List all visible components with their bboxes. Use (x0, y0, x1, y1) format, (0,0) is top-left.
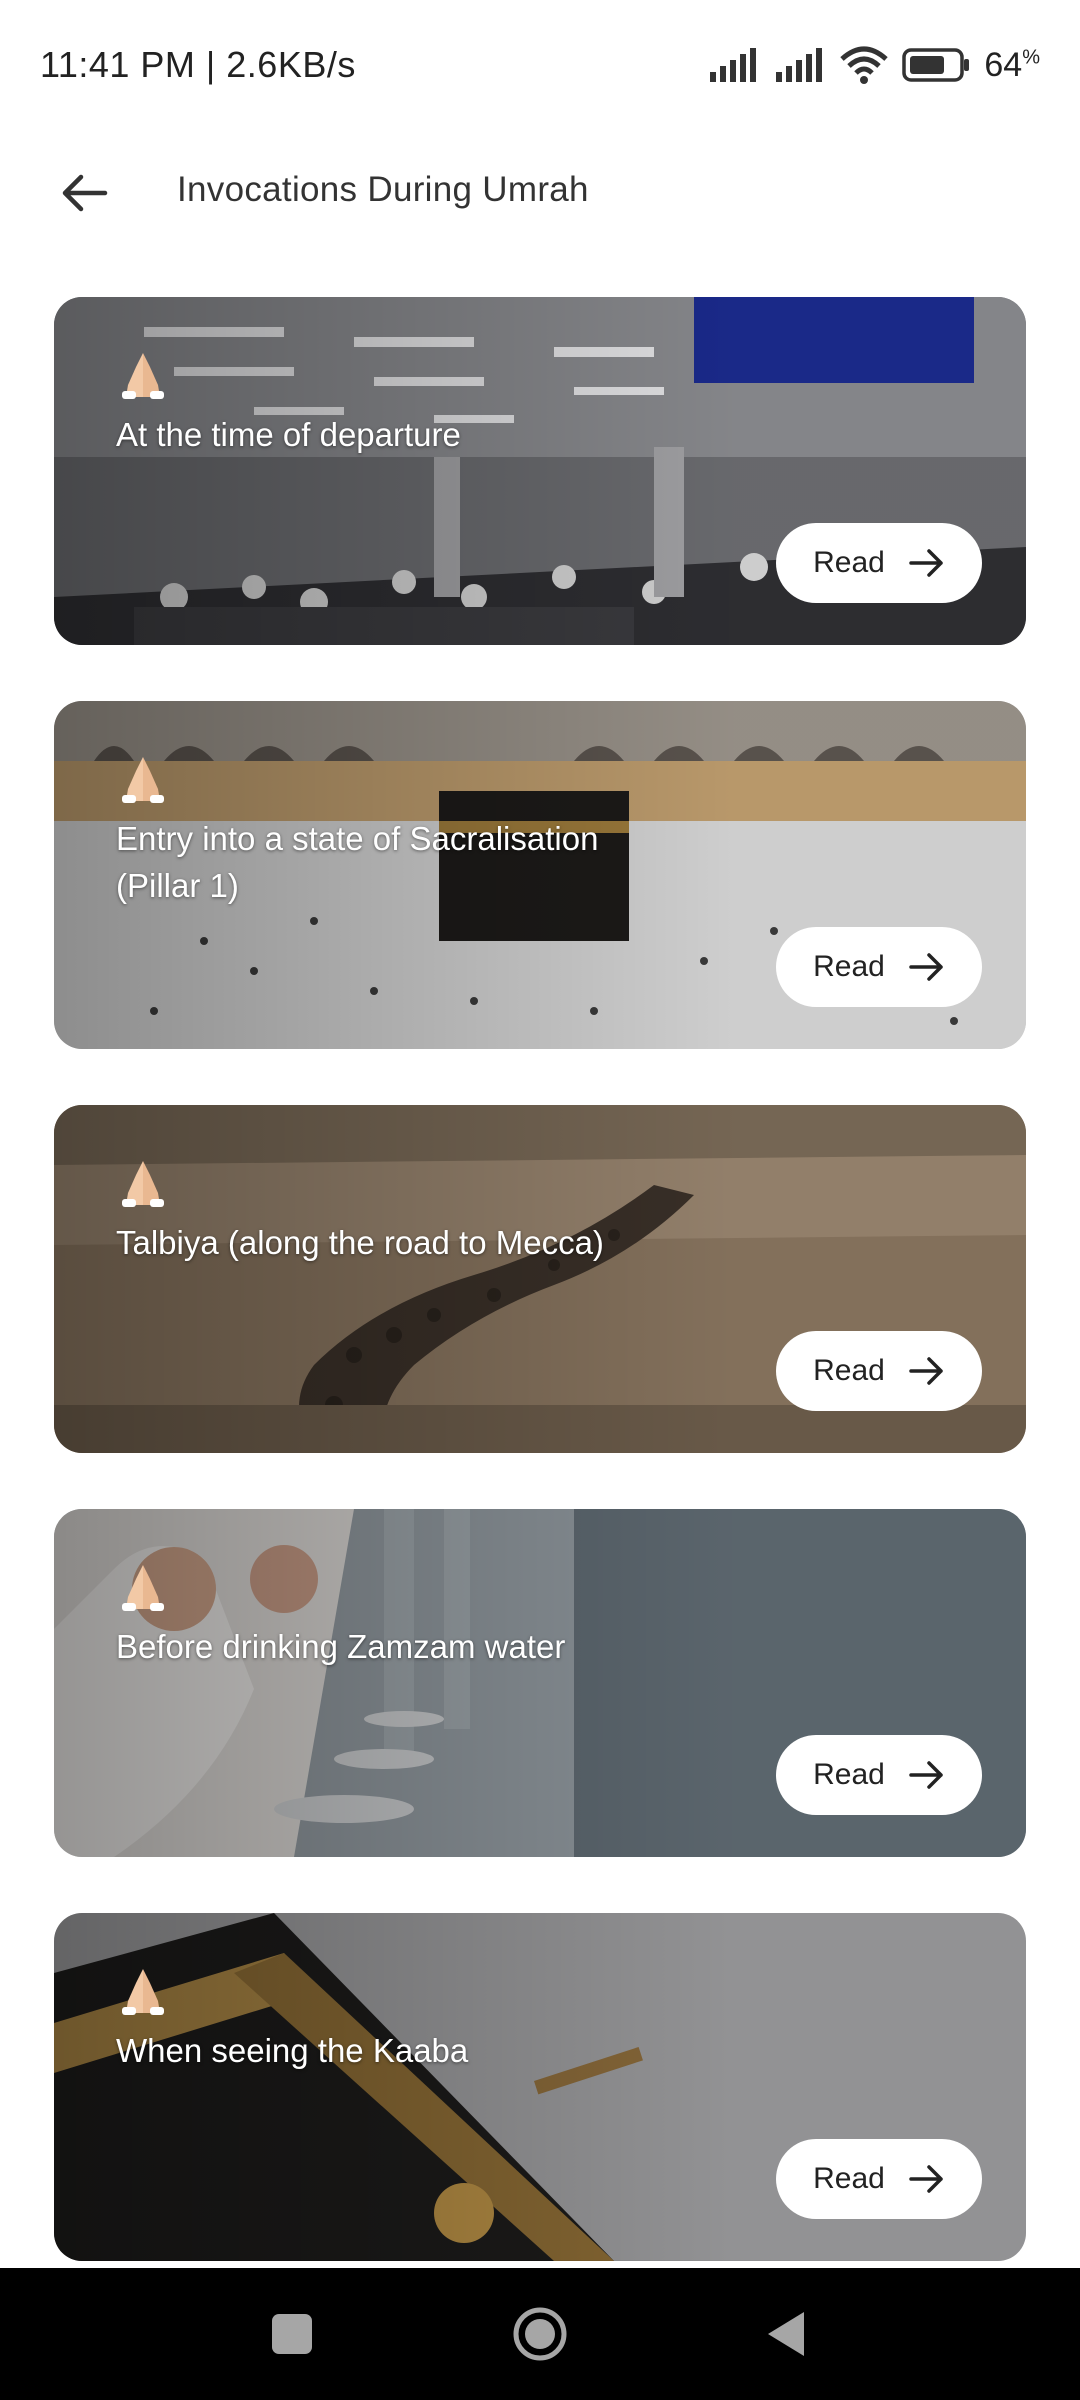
read-button[interactable]: Read (776, 1735, 982, 1815)
invocation-card[interactable]: At the time of departure Read (54, 297, 1026, 645)
battery-percent: 64% (984, 45, 1040, 84)
app-bar: Invocations During Umrah (0, 130, 1080, 260)
battery-icon (902, 48, 970, 82)
home-circle-icon[interactable] (510, 2304, 570, 2364)
status-bar: 11:41 PM | 2.6KB/s 64% (0, 0, 1080, 130)
recents-square-icon[interactable] (262, 2304, 322, 2364)
invocation-card[interactable]: Entry into a state of Sacralisation (Pil… (54, 701, 1026, 1049)
wifi-icon (840, 46, 889, 84)
card-title: Before drinking Zamzam water (116, 1628, 566, 1665)
read-button-label: Read (813, 546, 885, 579)
card-title: Entry into a state of Sacralisation (Pil… (116, 820, 599, 904)
read-button-label: Read (813, 1354, 885, 1387)
arrow-right-icon (909, 953, 943, 981)
arrow-right-icon (909, 1357, 943, 1385)
praying-hands-icon (122, 1161, 164, 1207)
signal-icon (710, 48, 757, 82)
invocation-list: At the time of departure Read Entry into… (54, 297, 1026, 2317)
praying-hands-icon (122, 1565, 164, 1611)
read-button-label: Read (813, 950, 885, 983)
invocation-card[interactable]: Talbiya (along the road to Mecca) Read (54, 1105, 1026, 1453)
signal-icon (776, 48, 823, 82)
read-button[interactable]: Read (776, 2139, 982, 2219)
arrow-left-icon (62, 174, 108, 212)
praying-hands-icon (122, 353, 164, 399)
read-button[interactable]: Read (776, 523, 982, 603)
invocation-card[interactable]: Before drinking Zamzam water Read (54, 1509, 1026, 1857)
card-title: When seeing the Kaaba (116, 2032, 469, 2069)
arrow-right-icon (909, 2165, 943, 2193)
arrow-right-icon (909, 1761, 943, 1789)
card-title: Talbiya (along the road to Mecca) (116, 1224, 604, 1261)
invocation-card[interactable]: When seeing the Kaaba Read (54, 1913, 1026, 2261)
status-time: 11:41 PM | 2.6KB/s (40, 44, 356, 85)
back-triangle-icon[interactable] (758, 2304, 818, 2364)
read-button[interactable]: Read (776, 927, 982, 1007)
card-title: At the time of departure (116, 416, 461, 453)
read-button-label: Read (813, 1758, 885, 1791)
praying-hands-icon (122, 757, 164, 803)
arrow-right-icon (909, 549, 943, 577)
read-button[interactable]: Read (776, 1331, 982, 1411)
back-button[interactable] (50, 158, 120, 228)
status-icons: 64% (708, 45, 1040, 85)
page-title: Invocations During Umrah (177, 170, 589, 209)
read-button-label: Read (813, 2162, 885, 2195)
system-nav-bar (0, 2268, 1080, 2400)
praying-hands-icon (122, 1969, 164, 2015)
